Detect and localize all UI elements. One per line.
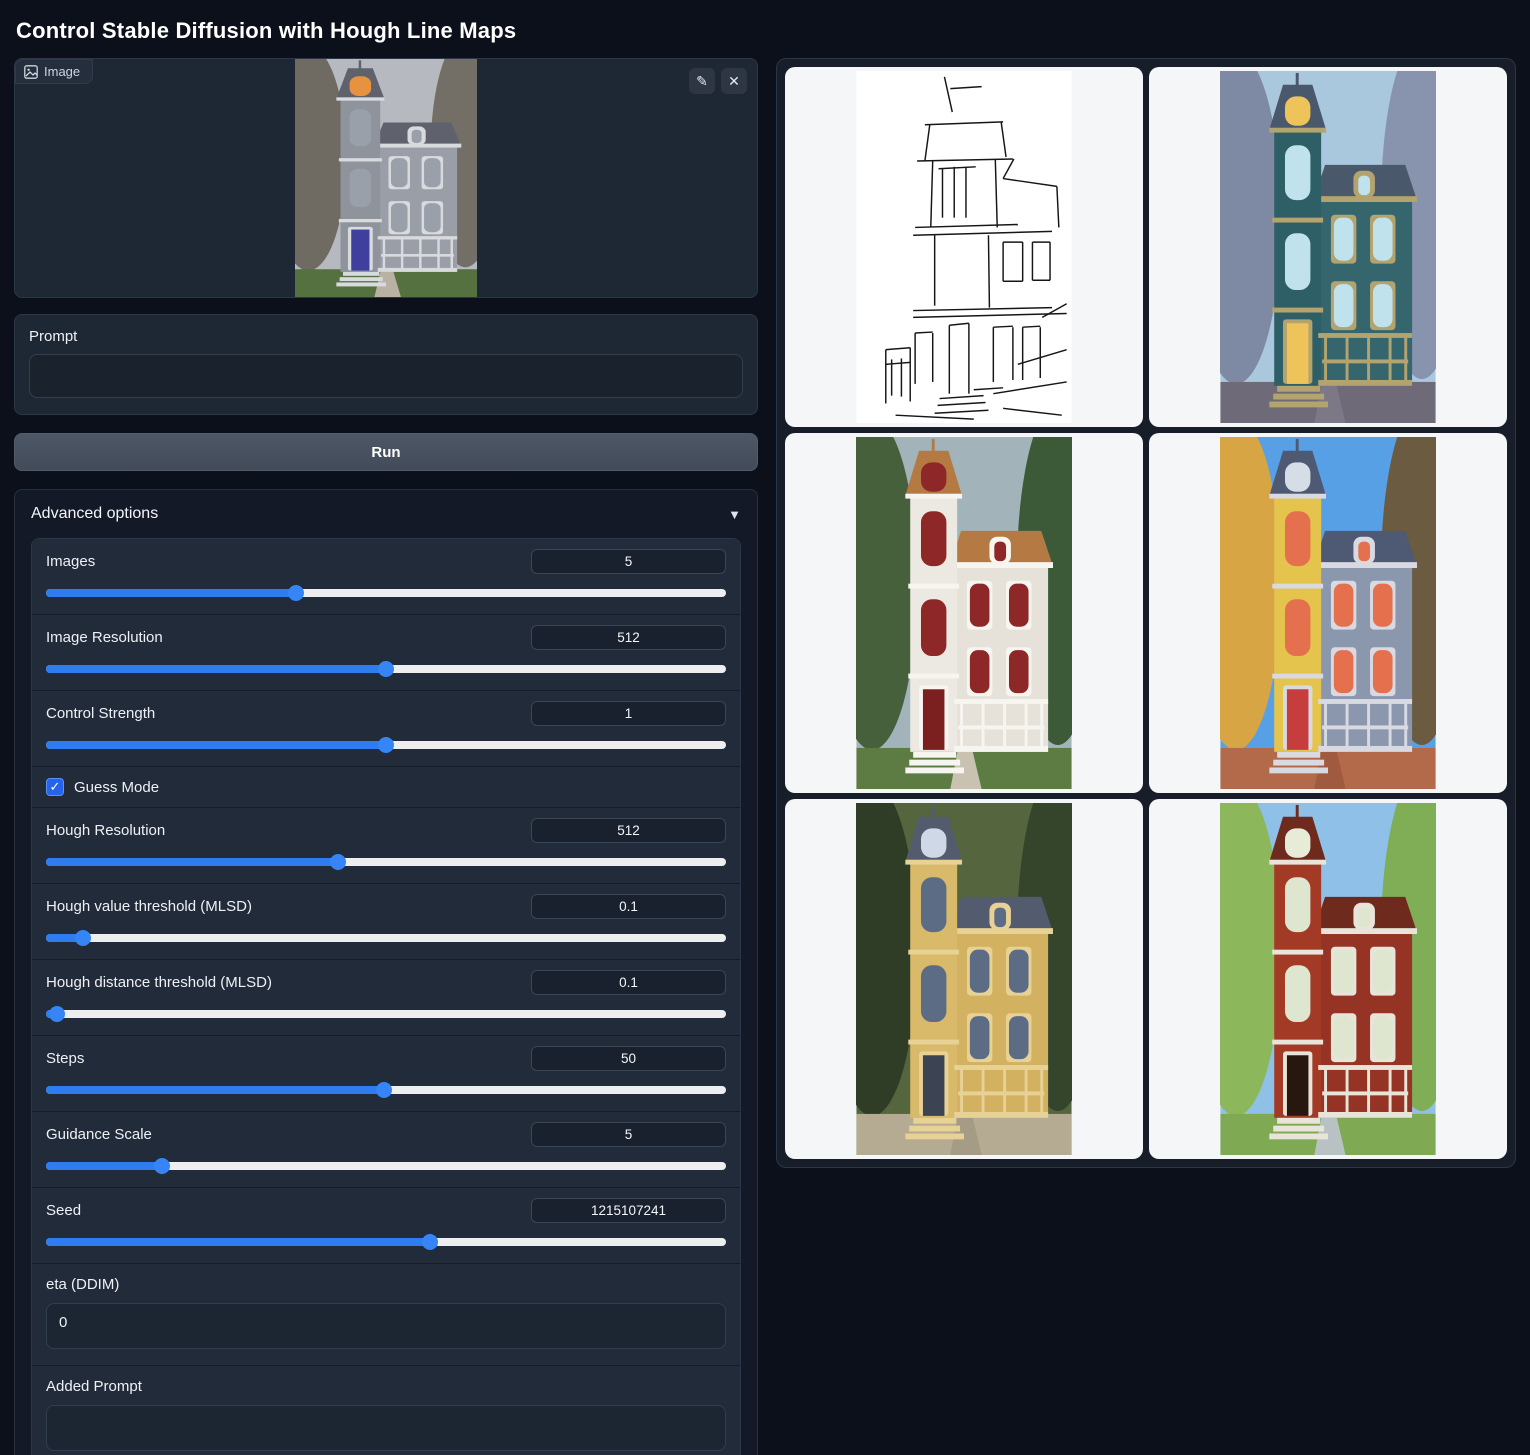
slider-label: Hough Resolution (46, 822, 165, 839)
textbox-eta-ddim[interactable] (46, 1303, 726, 1349)
gallery-item-5-result-gold-house[interactable] (785, 799, 1143, 1159)
slider-value-input[interactable] (531, 701, 726, 726)
slider-row-steps: Steps (32, 1036, 740, 1112)
run-button[interactable]: Run (14, 433, 758, 471)
slider-track[interactable] (46, 585, 726, 601)
textbox-row-eta-ddim: eta (DDIM) (32, 1264, 740, 1366)
slider-value-input[interactable] (531, 1046, 726, 1071)
slider-handle[interactable] (376, 1082, 392, 1098)
slider-row-hough-distance-threshold-mlsd: Hough distance threshold (MLSD) (32, 960, 740, 1036)
slider-handle[interactable] (422, 1234, 438, 1250)
page-title: Control Stable Diffusion with Hough Line… (16, 18, 1516, 44)
slider-row-hough-resolution: Hough Resolution (32, 808, 740, 884)
slider-track[interactable] (46, 1006, 726, 1022)
slider-track[interactable] (46, 854, 726, 870)
image-icon (24, 65, 38, 79)
slider-label: Steps (46, 1050, 84, 1067)
slider-value-input[interactable] (531, 894, 726, 919)
prompt-block: Prompt (14, 314, 758, 415)
slider-value-input[interactable] (531, 1122, 726, 1147)
image-input-panel: Image ✎ ✕ (14, 58, 758, 298)
gallery-item-1-hough-line-map[interactable] (785, 67, 1143, 427)
result-red-house-image (1220, 803, 1436, 1155)
textbox-row-added-prompt: Added Prompt (32, 1366, 740, 1455)
slider-track[interactable] (46, 737, 726, 753)
clear-image-button[interactable]: ✕ (721, 68, 747, 94)
slider-row-images: Images (32, 539, 740, 615)
output-gallery-grid (785, 67, 1507, 1159)
prompt-label: Prompt (29, 328, 743, 345)
slider-row-hough-value-threshold-mlsd: Hough value threshold (MLSD) (32, 884, 740, 960)
slider-handle[interactable] (288, 585, 304, 601)
gallery-item-6-result-red-house[interactable] (1149, 799, 1507, 1159)
slider-value-input[interactable] (531, 818, 726, 843)
slider-track[interactable] (46, 661, 726, 677)
slider-handle[interactable] (378, 737, 394, 753)
slider-label: Image Resolution (46, 629, 163, 646)
slider-track[interactable] (46, 1234, 726, 1250)
result-yellow-house-image (1220, 437, 1436, 789)
checkbox-guess-mode[interactable]: ✓ (46, 778, 64, 796)
slider-handle[interactable] (49, 1006, 65, 1022)
slider-handle[interactable] (75, 930, 91, 946)
collapse-arrow-icon: ▼ (728, 507, 741, 522)
slider-handle[interactable] (154, 1158, 170, 1174)
slider-track[interactable] (46, 930, 726, 946)
prompt-input[interactable] (29, 354, 743, 398)
app-root: Control Stable Diffusion with Hough Line… (0, 0, 1530, 1455)
slider-value-input[interactable] (531, 1198, 726, 1223)
textbox-added-prompt[interactable] (46, 1405, 726, 1451)
textbox-label: eta (DDIM) (46, 1276, 726, 1293)
slider-label: Hough value threshold (MLSD) (46, 898, 252, 915)
results-column (776, 58, 1516, 1168)
slider-value-input[interactable] (531, 625, 726, 650)
advanced-options-header[interactable]: Advanced options ▼ (15, 490, 757, 536)
advanced-controls-group: Images Image Resolution Control Strength ✓ G… (31, 538, 741, 1455)
result-gold-house-image (856, 803, 1072, 1155)
gallery-item-2-result-teal-house[interactable] (1149, 67, 1507, 427)
slider-row-guidance-scale: Guidance Scale (32, 1112, 740, 1188)
result-teal-house-image (1220, 71, 1436, 423)
result-white-house-image (856, 437, 1072, 789)
slider-track[interactable] (46, 1158, 726, 1174)
slider-handle[interactable] (330, 854, 346, 870)
slider-row-seed: Seed (32, 1188, 740, 1264)
textbox-label: Added Prompt (46, 1378, 726, 1395)
slider-row-control-strength: Control Strength (32, 691, 740, 767)
advanced-options-title: Advanced options (31, 505, 158, 523)
slider-row-image-resolution: Image Resolution (32, 615, 740, 691)
slider-value-input[interactable] (531, 970, 726, 995)
output-gallery (776, 58, 1516, 1168)
slider-value-input[interactable] (531, 549, 726, 574)
slider-label: Control Strength (46, 705, 155, 722)
hough-line-map-image (856, 71, 1072, 423)
advanced-options-accordion: Advanced options ▼ Images Image Resolutio… (14, 489, 758, 1455)
checkbox-label: Guess Mode (74, 779, 159, 796)
uploaded-house-photo (295, 59, 477, 297)
slider-handle[interactable] (378, 661, 394, 677)
image-input-label: Image (15, 59, 93, 84)
slider-track[interactable] (46, 1082, 726, 1098)
gallery-item-3-result-white-house[interactable] (785, 433, 1143, 793)
gallery-item-4-result-yellow-house[interactable] (1149, 433, 1507, 793)
controls-column: Image ✎ ✕ Prompt Run Advanced options ▼ … (14, 58, 758, 1455)
checkbox-row-guess-mode: ✓ Guess Mode (32, 767, 740, 808)
slider-label: Images (46, 553, 95, 570)
slider-label: Hough distance threshold (MLSD) (46, 974, 272, 991)
slider-label: Guidance Scale (46, 1126, 152, 1143)
edit-image-button[interactable]: ✎ (689, 68, 715, 94)
slider-label: Seed (46, 1202, 81, 1219)
